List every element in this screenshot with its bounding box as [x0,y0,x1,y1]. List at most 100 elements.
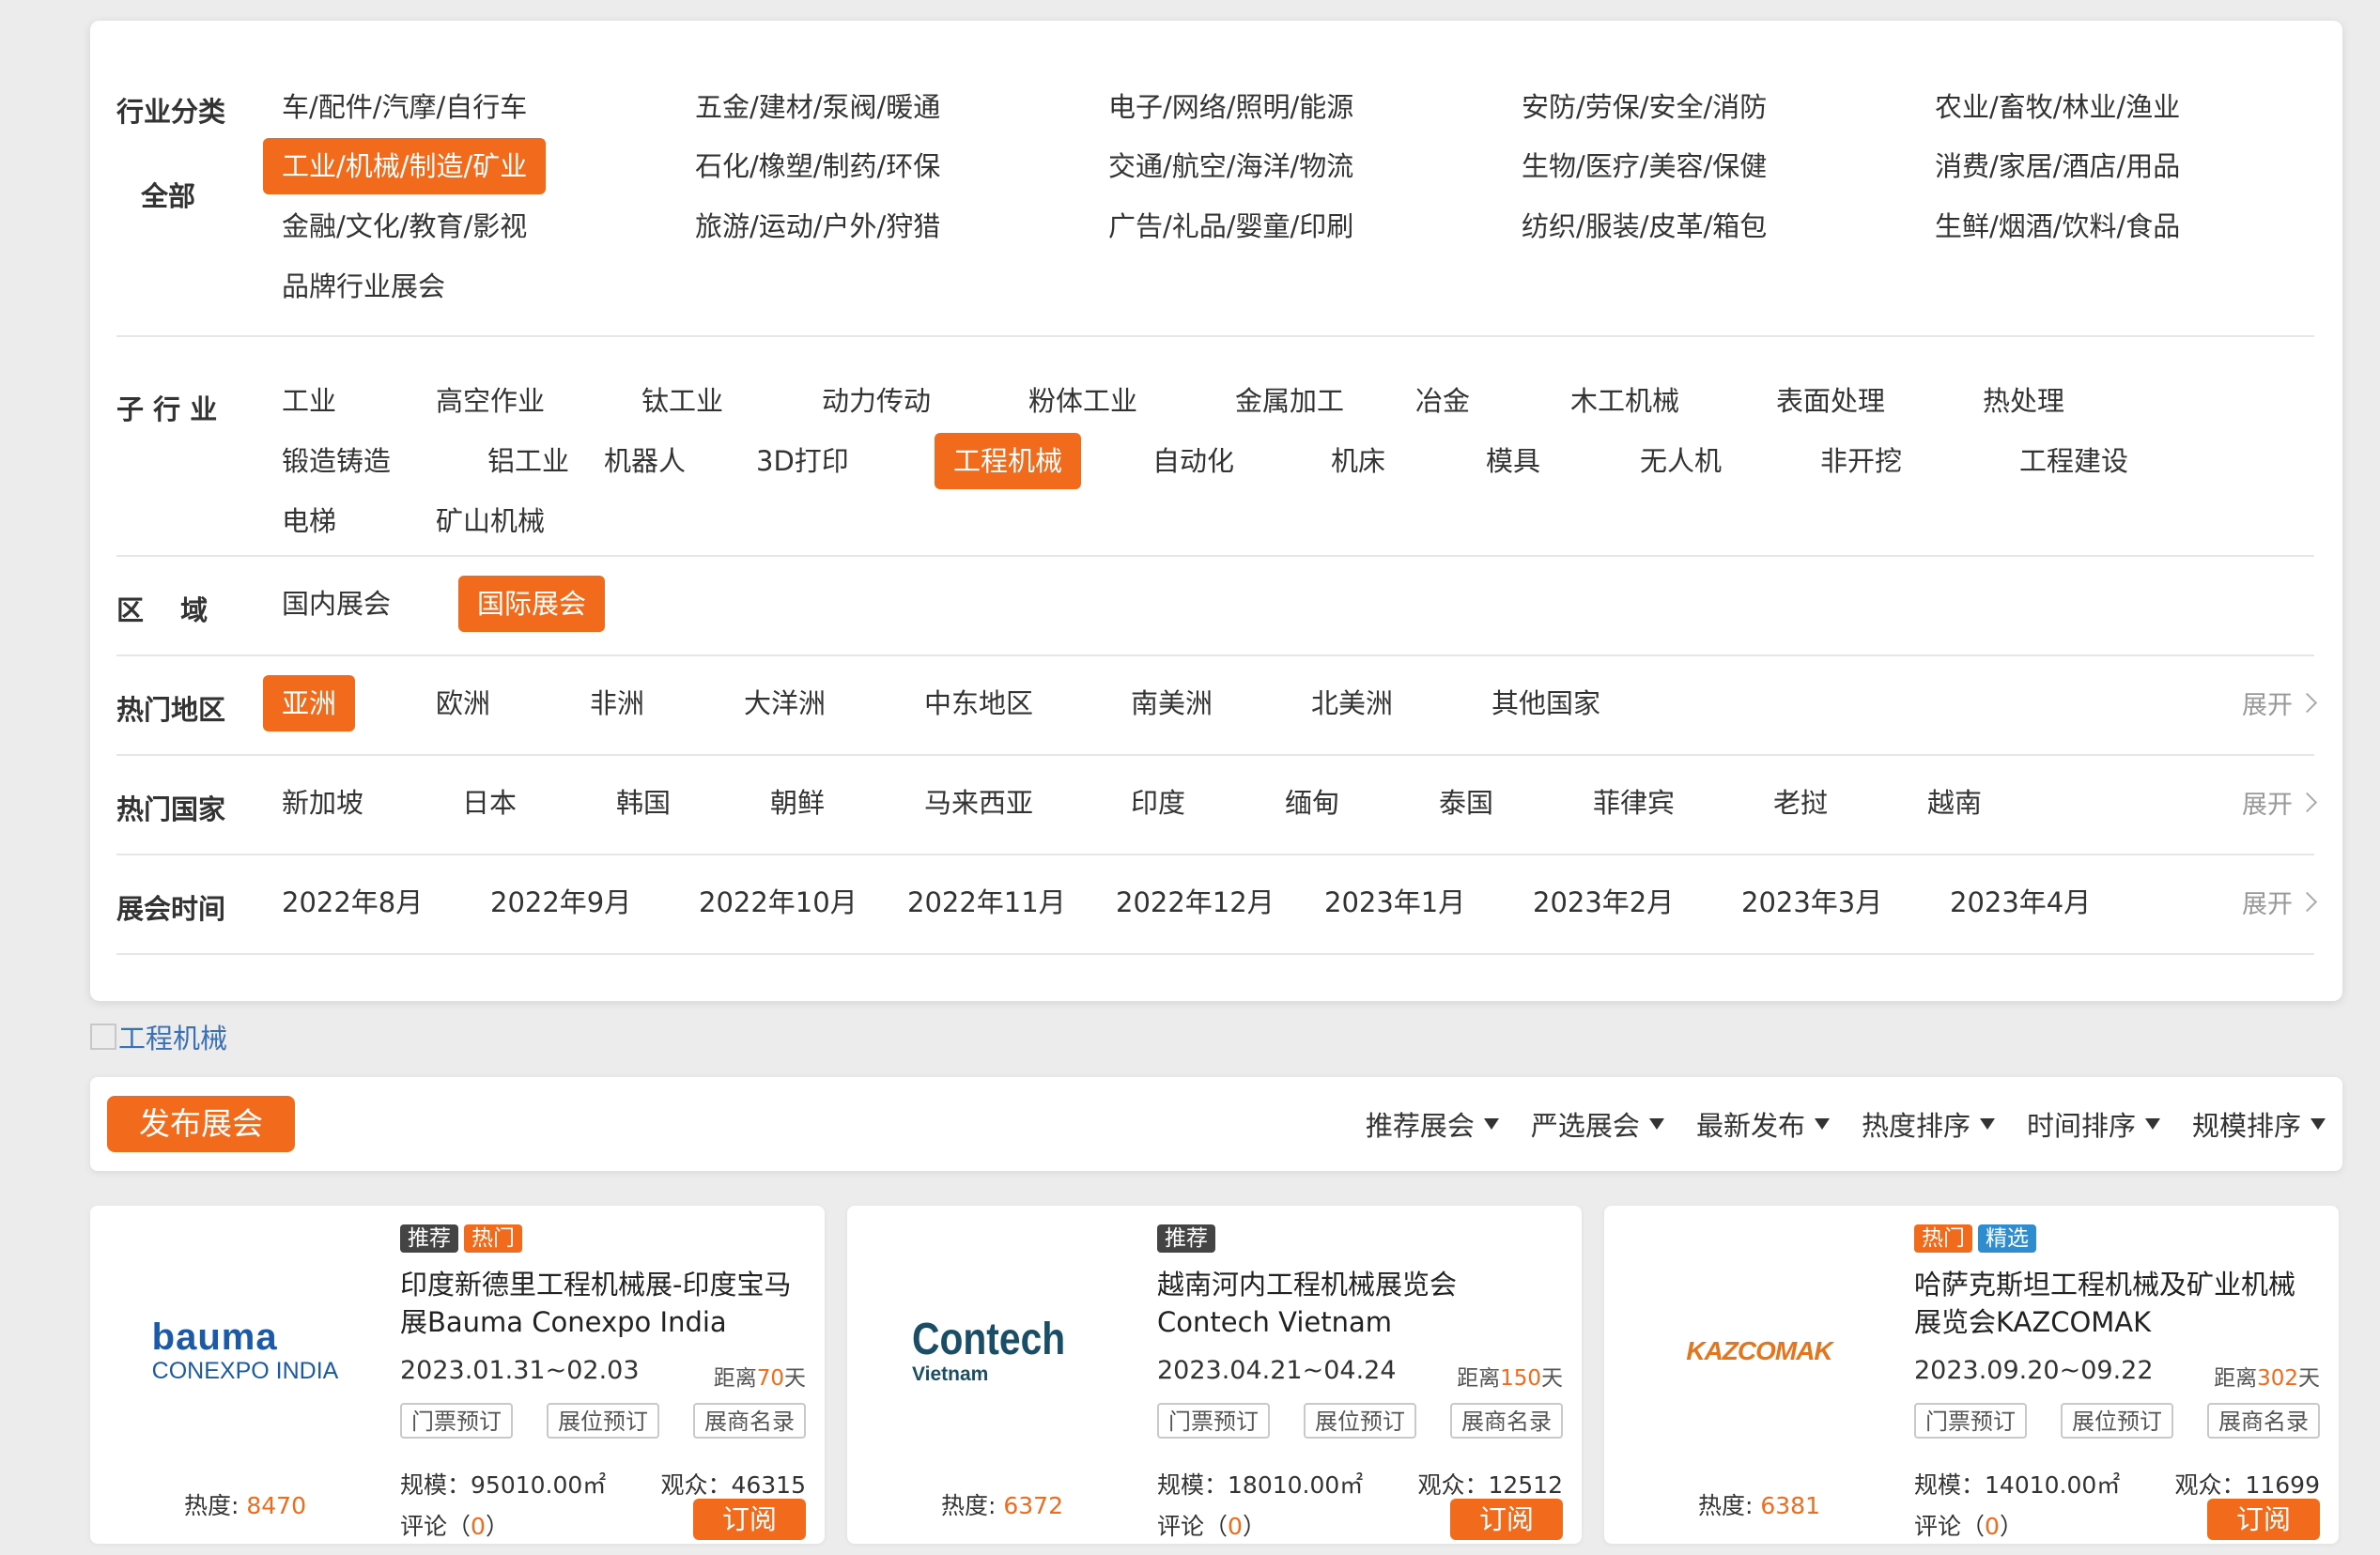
sub-industry-option[interactable]: 非开挖 [1801,433,1921,489]
country-option[interactable]: 日本 [443,775,535,831]
ticket-booking-button[interactable]: 门票预订 [1157,1403,1270,1439]
exhibition-card[interactable]: Contech Vietnam 热度: 6372 推荐 越南河内工程机械展览会C… [847,1206,1582,1544]
sub-industry-option[interactable]: 电梯 [263,493,355,549]
expand-area-button[interactable]: 展开 [2242,685,2318,721]
industry-option[interactable]: 五金/建材/泵阀/暖通 [676,79,959,135]
subscribe-button[interactable]: 订阅 [2207,1499,2320,1540]
sub-industry-option[interactable]: 粉体工业 [1010,373,1156,429]
filter-all-option[interactable]: 全部 [116,175,220,214]
comment-count[interactable]: 评论（0） [1157,1508,1266,1542]
time-option[interactable]: 2023年2月 [1514,874,1692,931]
time-option[interactable]: 2023年3月 [1723,874,1901,931]
ticket-booking-button[interactable]: 门票预订 [1914,1403,2027,1439]
exhibition-logo[interactable]: Contech Vietnam [866,1243,1138,1459]
country-option[interactable]: 韩国 [597,775,689,831]
exhibition-card[interactable]: bauma CONEXPO INDIA 热度: 8470 推荐 热门 印度新德里… [90,1206,825,1544]
exhibition-logo[interactable]: bauma CONEXPO INDIA [109,1243,381,1459]
sort-selected[interactable]: 严选展会 [1531,1104,1664,1144]
sort-latest[interactable]: 最新发布 [1696,1104,1830,1144]
country-option[interactable]: 新加坡 [263,775,382,831]
industry-option-selected[interactable]: 工业/机械/制造/矿业 [263,138,547,194]
sort-heat[interactable]: 热度排序 [1862,1104,1995,1144]
area-option[interactable]: 非洲 [571,675,663,731]
sub-industry-option[interactable]: 自动化 [1134,433,1253,489]
sub-industry-option[interactable]: 锻造铸造 [263,433,410,489]
industry-option[interactable]: 生鲜/烟酒/饮料/食品 [1916,198,2199,254]
sub-industry-option[interactable]: 动力传动 [803,373,950,429]
sub-industry-option[interactable]: 表面处理 [1757,373,1904,429]
booth-booking-button[interactable]: 展位预订 [1304,1403,1416,1439]
industry-option[interactable]: 品牌行业展会 [263,258,464,315]
sub-industry-option[interactable]: 矿山机械 [417,493,564,549]
booth-booking-button[interactable]: 展位预订 [547,1403,659,1439]
time-option[interactable]: 2022年10月 [680,874,876,931]
time-option[interactable]: 2023年4月 [1931,874,2110,931]
industry-option[interactable]: 安防/劳保/安全/消防 [1503,79,1785,135]
industry-option[interactable]: 广告/礼品/婴童/印刷 [1090,198,1372,254]
sub-industry-option[interactable]: 金属加工 [1216,373,1363,429]
exhibition-title[interactable]: 印度新德里工程机械展-印度宝马展Bauma Conexpo India [400,1266,806,1341]
area-option[interactable]: 北美洲 [1292,675,1412,731]
sort-time[interactable]: 时间排序 [2027,1104,2160,1144]
industry-option[interactable]: 农业/畜牧/林业/渔业 [1916,79,2199,135]
exhibition-card[interactable]: KAZCOMAK 热度: 6381 热门 精选 哈萨克斯坦工程机械及矿业机械展览… [1604,1206,2339,1544]
exhibitor-list-button[interactable]: 展商名录 [2207,1403,2320,1439]
sub-industry-option[interactable]: 机床 [1312,433,1404,489]
area-option[interactable]: 其他国家 [1473,675,1619,731]
country-option[interactable]: 老挝 [1754,775,1847,831]
time-option[interactable]: 2022年11月 [889,874,1085,931]
time-option[interactable]: 2022年9月 [471,874,650,931]
sub-industry-option[interactable]: 模具 [1467,433,1559,489]
comment-count[interactable]: 评论（0） [400,1508,509,1542]
exhibition-logo[interactable]: KAZCOMAK [1623,1243,1895,1459]
subscribe-button[interactable]: 订阅 [693,1499,806,1540]
comment-count[interactable]: 评论（0） [1914,1508,2023,1542]
area-option-selected[interactable]: 亚洲 [263,675,356,731]
exhibitor-list-button[interactable]: 展商名录 [1450,1403,1563,1439]
ticket-booking-button[interactable]: 门票预订 [400,1403,513,1439]
sort-recommended[interactable]: 推荐展会 [1366,1104,1499,1144]
industry-option[interactable]: 石化/橡塑/制药/环保 [676,138,959,194]
sub-industry-option[interactable]: 工业 [263,373,355,429]
industry-option[interactable]: 交通/航空/海洋/物流 [1090,138,1372,194]
sub-industry-option-selected[interactable]: 工程机械 [935,433,1082,489]
country-option[interactable]: 泰国 [1420,775,1512,831]
industry-option[interactable]: 生物/医疗/美容/保健 [1503,138,1785,194]
country-option[interactable]: 菲律宾 [1574,775,1693,831]
country-option[interactable]: 越南 [1909,775,2001,831]
sub-industry-option[interactable]: 热处理 [1964,373,2083,429]
time-option[interactable]: 2023年1月 [1306,874,1484,931]
area-option[interactable]: 大洋洲 [725,675,844,731]
expand-country-button[interactable]: 展开 [2242,784,2318,821]
exhibition-title[interactable]: 越南河内工程机械展览会Contech Vietnam [1157,1266,1563,1341]
sub-industry-option[interactable]: 木工机械 [1552,373,1698,429]
sub-industry-option[interactable]: 铝工业 [469,433,588,489]
country-option[interactable]: 缅甸 [1266,775,1358,831]
region-option-selected[interactable]: 国际展会 [458,576,606,632]
industry-option[interactable]: 纺织/服装/皮革/箱包 [1503,198,1785,254]
time-option[interactable]: 2022年8月 [263,874,441,931]
sub-industry-option[interactable]: 无人机 [1621,433,1740,489]
booth-booking-button[interactable]: 展位预订 [2061,1403,2173,1439]
sub-industry-option[interactable]: 3D打印 [737,433,868,489]
subscribe-button[interactable]: 订阅 [1450,1499,1563,1540]
sub-industry-option[interactable]: 工程建设 [2001,433,2147,489]
sub-industry-option[interactable]: 冶金 [1397,373,1489,429]
sort-scale[interactable]: 规模排序 [2192,1104,2326,1144]
area-option[interactable]: 南美洲 [1112,675,1231,731]
breadcrumb-link[interactable]: 工程机械 [118,1017,227,1056]
industry-option[interactable]: 消费/家居/酒店/用品 [1916,138,2199,194]
exhibition-title[interactable]: 哈萨克斯坦工程机械及矿业机械展览会KAZCOMAK [1914,1266,2320,1341]
expand-time-button[interactable]: 展开 [2242,884,2318,920]
industry-option[interactable]: 电子/网络/照明/能源 [1090,79,1372,135]
time-option[interactable]: 2022年12月 [1097,874,1293,931]
exhibitor-list-button[interactable]: 展商名录 [693,1403,806,1439]
country-option[interactable]: 马来西亚 [905,775,1052,831]
country-option[interactable]: 印度 [1112,775,1204,831]
industry-option[interactable]: 金融/文化/教育/影视 [263,198,546,254]
area-option[interactable]: 欧洲 [417,675,509,731]
industry-option[interactable]: 车/配件/汽摩/自行车 [263,79,546,135]
region-option[interactable]: 国内展会 [263,576,410,632]
publish-exhibition-button[interactable]: 发布展会 [107,1096,295,1152]
country-option[interactable]: 朝鲜 [751,775,843,831]
